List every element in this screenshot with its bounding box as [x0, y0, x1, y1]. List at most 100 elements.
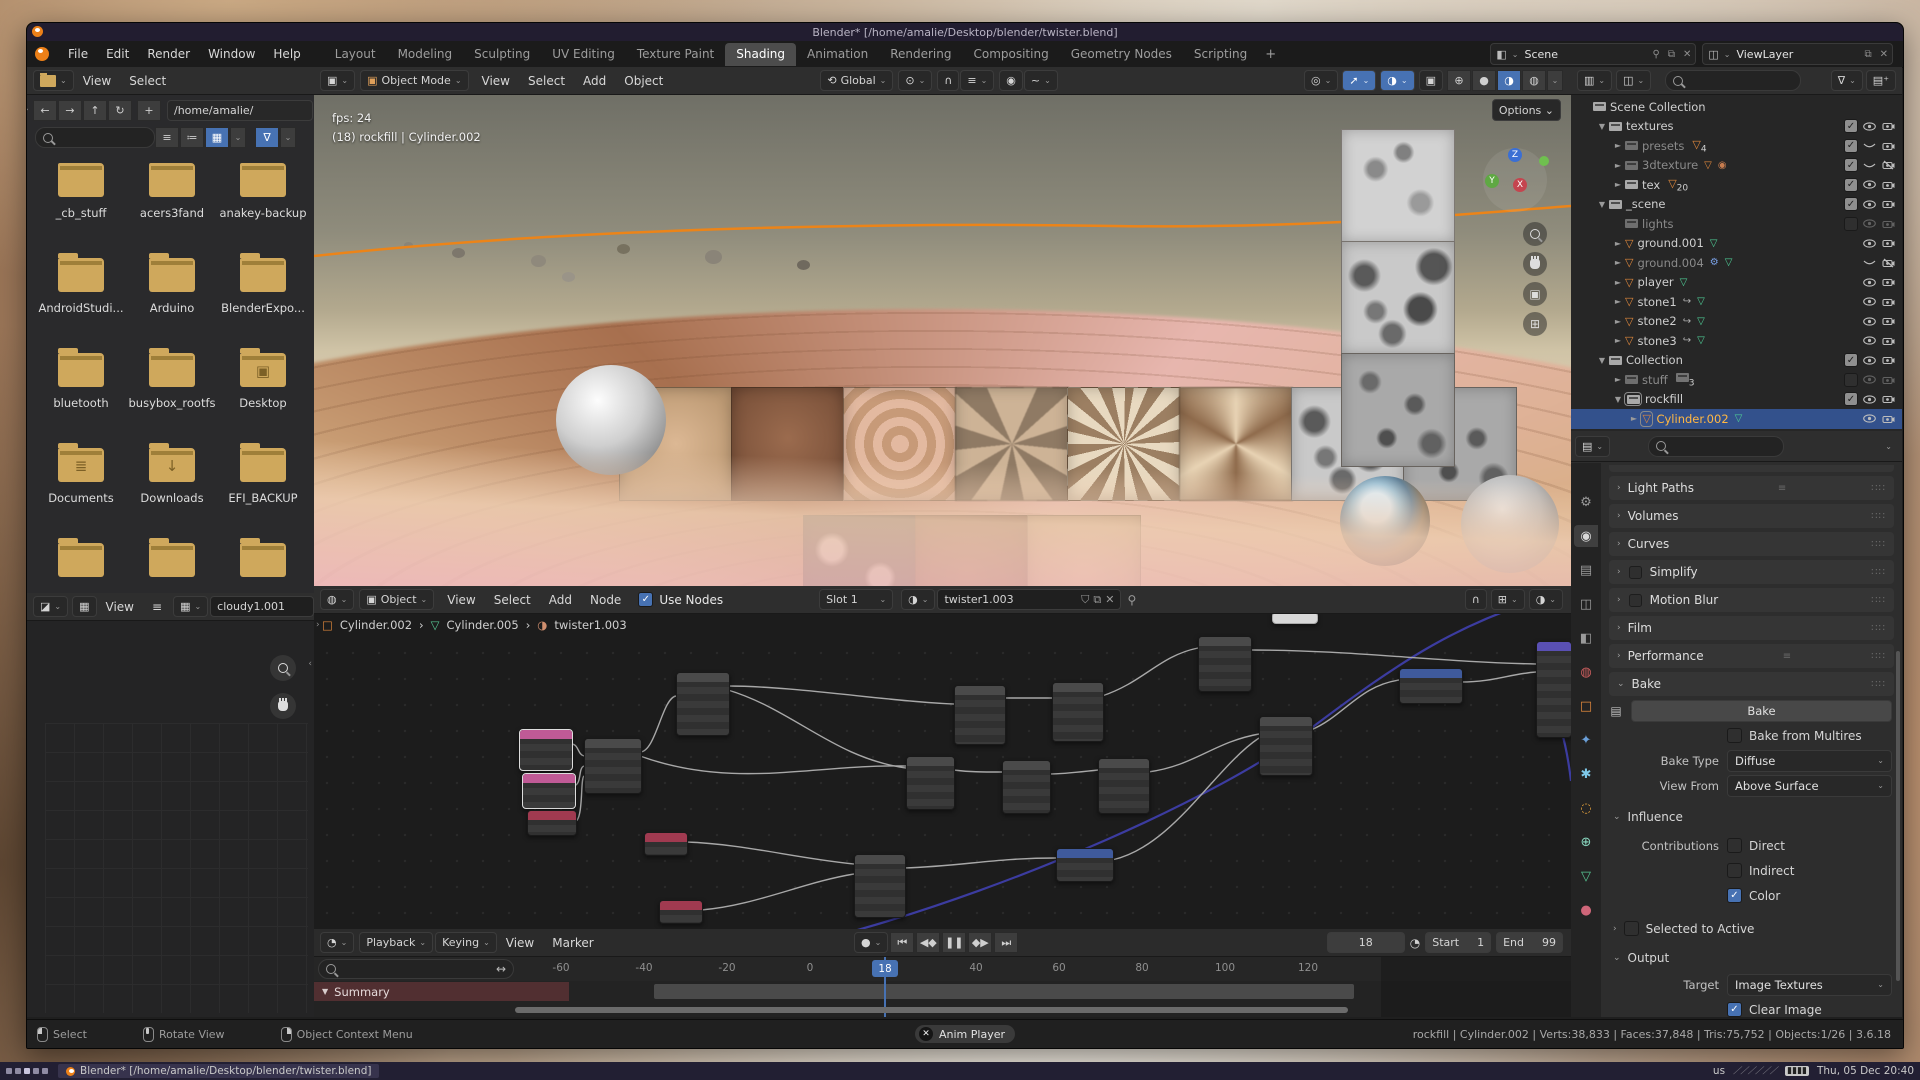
outliner-row-stone3[interactable]: ►▽stone3↪▽ — [1571, 331, 1902, 351]
selected-to-active-label[interactable]: Selected to Active — [1646, 922, 1755, 936]
shader-node[interactable] — [527, 810, 577, 836]
hide-eye-icon[interactable] — [1861, 122, 1877, 131]
pause-button[interactable]: ❚❚ — [942, 932, 966, 953]
region-collapse-chevron[interactable]: ‹ — [308, 659, 312, 669]
shader-node[interactable] — [1399, 668, 1463, 704]
hide-eye-icon[interactable] — [1861, 395, 1877, 404]
editor-type-button[interactable]: ⌄ — [33, 70, 74, 91]
file-search-input[interactable] — [35, 127, 155, 148]
folder-item[interactable]: anakey-backup — [219, 163, 307, 236]
menu-edit[interactable]: Edit — [97, 44, 138, 64]
folder-item[interactable]: Arduino — [128, 258, 216, 331]
exclude-checkbox[interactable] — [1844, 217, 1858, 231]
expander-arrow-icon[interactable]: ► — [1611, 336, 1625, 345]
expand-toggle-icon[interactable]: ↔ — [496, 962, 506, 976]
material-name-field[interactable]: twister1.003 ⛉ ⧉ ✕ — [937, 589, 1121, 610]
tab-sculpting[interactable]: Sculpting — [463, 43, 541, 66]
hide-eye-icon[interactable] — [1861, 375, 1877, 384]
blender-menu-icon[interactable] — [35, 47, 49, 61]
disable-render-camera-icon[interactable] — [1880, 375, 1896, 385]
hide-eye-icon[interactable] — [1861, 180, 1877, 189]
menu-render[interactable]: Render — [138, 44, 199, 64]
properties-tab-render[interactable]: ◉ — [1574, 525, 1598, 547]
shader-node[interactable] — [644, 832, 688, 856]
image-name-field[interactable]: cloudy1.001 — [210, 596, 314, 617]
menu-select[interactable]: Select — [120, 71, 175, 91]
menu-marker[interactable]: Marker — [543, 933, 602, 953]
viewlayer-name[interactable]: ViewLayer — [1730, 48, 1860, 61]
up-button[interactable]: ↑ — [83, 100, 107, 121]
properties-tab-modifiers[interactable]: ✦ — [1574, 729, 1598, 751]
navigation-gizmo[interactable]: Z Y X — [1483, 148, 1547, 212]
panel-header-performance[interactable]: ›Performance≡∷∷ — [1609, 644, 1894, 668]
tab-scripting[interactable]: Scripting — [1183, 43, 1258, 66]
disable-render-camera-icon[interactable] — [1880, 160, 1896, 170]
filter-dropdown[interactable]: ⌄ — [280, 127, 296, 148]
disable-render-camera-icon[interactable] — [1880, 414, 1896, 424]
shader-node[interactable] — [1259, 716, 1313, 776]
expander-arrow-icon[interactable]: ► — [1611, 180, 1625, 189]
hide-eye-icon[interactable] — [1861, 317, 1877, 326]
image-selector-icon[interactable]: ▦⌄ — [173, 596, 208, 617]
properties-tab-object-data[interactable]: ▽ — [1574, 865, 1598, 887]
previous-keyframe-button[interactable]: ◀◆ — [916, 932, 940, 953]
detail-view-button[interactable]: ≔ — [180, 127, 204, 148]
keying-menu[interactable]: Keying⌄ — [435, 932, 497, 953]
copy-icon[interactable]: ⧉ — [1664, 49, 1679, 60]
disable-render-camera-icon[interactable] — [1880, 297, 1896, 307]
timeline-editor[interactable]: ◔⌄ Playback⌄ Keying⌄ View Marker ●⌄ ⏮ ◀◆… — [314, 929, 1572, 1017]
disable-render-camera-icon[interactable] — [1880, 355, 1896, 365]
panel-header-volumes[interactable]: ›Volumes∷∷ — [1609, 504, 1894, 528]
panel-header-bake[interactable]: ⌄Bake∷∷ — [1609, 672, 1894, 696]
outliner-row-3dtexture[interactable]: ►3dtexture▽◉✓ — [1571, 156, 1902, 176]
disable-render-camera-icon[interactable] — [1880, 336, 1896, 346]
outliner-row-ground-001[interactable]: ►▽ground.001▽ — [1571, 234, 1902, 254]
shader-node[interactable] — [954, 685, 1006, 745]
channel-search-input[interactable]: ↔ — [318, 959, 514, 979]
properties-tab-material[interactable]: ● — [1574, 899, 1598, 921]
hide-eye-icon[interactable] — [1861, 336, 1877, 345]
viewport-grid-icon[interactable]: ⊞ — [1523, 312, 1547, 336]
exclude-checkbox[interactable] — [1844, 373, 1858, 387]
shading-material-button[interactable]: ◑ — [1497, 70, 1521, 91]
close-icon[interactable]: ✕ — [1876, 49, 1892, 60]
outliner-item-name[interactable]: stone2 — [1637, 314, 1676, 328]
expander-arrow-icon[interactable]: ► — [1611, 141, 1625, 150]
outliner-row-collection[interactable]: ▼Collection✓ — [1571, 351, 1902, 371]
menu-view[interactable]: View — [497, 933, 543, 953]
folder-item-partial[interactable] — [37, 543, 125, 593]
outliner-row-scene-collection[interactable]: Scene Collection — [1571, 97, 1902, 117]
presets-icon[interactable]: ≡ — [1778, 483, 1787, 494]
disable-render-camera-icon[interactable] — [1880, 180, 1896, 190]
slot-dropdown[interactable]: Slot 1⌄ — [819, 589, 893, 610]
systray-indicator-icon[interactable]: ▮▮▮▮ — [1785, 1066, 1809, 1076]
next-keyframe-button[interactable]: ◆▶ — [968, 932, 992, 953]
tab-rendering[interactable]: Rendering — [879, 43, 962, 66]
tab-layout[interactable]: Layout — [324, 43, 387, 66]
horizontal-scrollbar[interactable] — [515, 1007, 1348, 1013]
folder-item[interactable]: ≣Documents — [37, 448, 125, 521]
gizmos-toggle[interactable]: ➚⌄ — [1342, 70, 1376, 91]
shading-rendered-button[interactable]: ◍ — [1522, 70, 1546, 91]
xray-toggle[interactable]: ▣ — [1419, 70, 1443, 91]
new-collection-button[interactable]: ▤⁺ — [1866, 70, 1896, 91]
axis-x[interactable]: X — [1513, 178, 1527, 192]
tab-modeling[interactable]: Modeling — [387, 43, 464, 66]
axis-y-neg[interactable] — [1539, 156, 1549, 166]
properties-tab-output[interactable]: ▤ — [1574, 559, 1598, 581]
playback-menu[interactable]: Playback⌄ — [359, 932, 433, 953]
editor-type-button[interactable]: ▥⌄ — [1577, 70, 1612, 91]
zoom-icon[interactable] — [270, 655, 296, 681]
thumbnail-view-button[interactable]: ▦ — [205, 127, 229, 148]
viewport-zoom-icon[interactable] — [1523, 222, 1547, 246]
outliner-row-rockfill[interactable]: ▼rockfill✓ — [1571, 390, 1902, 410]
expander-arrow-icon[interactable]: ► — [1627, 414, 1641, 423]
fake-user-shield-icon[interactable]: ⛉ — [1081, 593, 1089, 607]
image-mode-icon[interactable]: ▦ — [72, 596, 96, 617]
exclude-checkbox[interactable]: ✓ — [1844, 178, 1858, 192]
properties-tab-constraints[interactable]: ⊕ — [1574, 831, 1598, 853]
expander-arrow-icon[interactable]: ▼ — [1595, 122, 1609, 131]
outliner-row-stuff[interactable]: ►stuff3 — [1571, 370, 1902, 390]
disable-render-camera-icon[interactable] — [1880, 121, 1896, 131]
outliner-item-name[interactable]: Scene Collection — [1610, 100, 1706, 114]
